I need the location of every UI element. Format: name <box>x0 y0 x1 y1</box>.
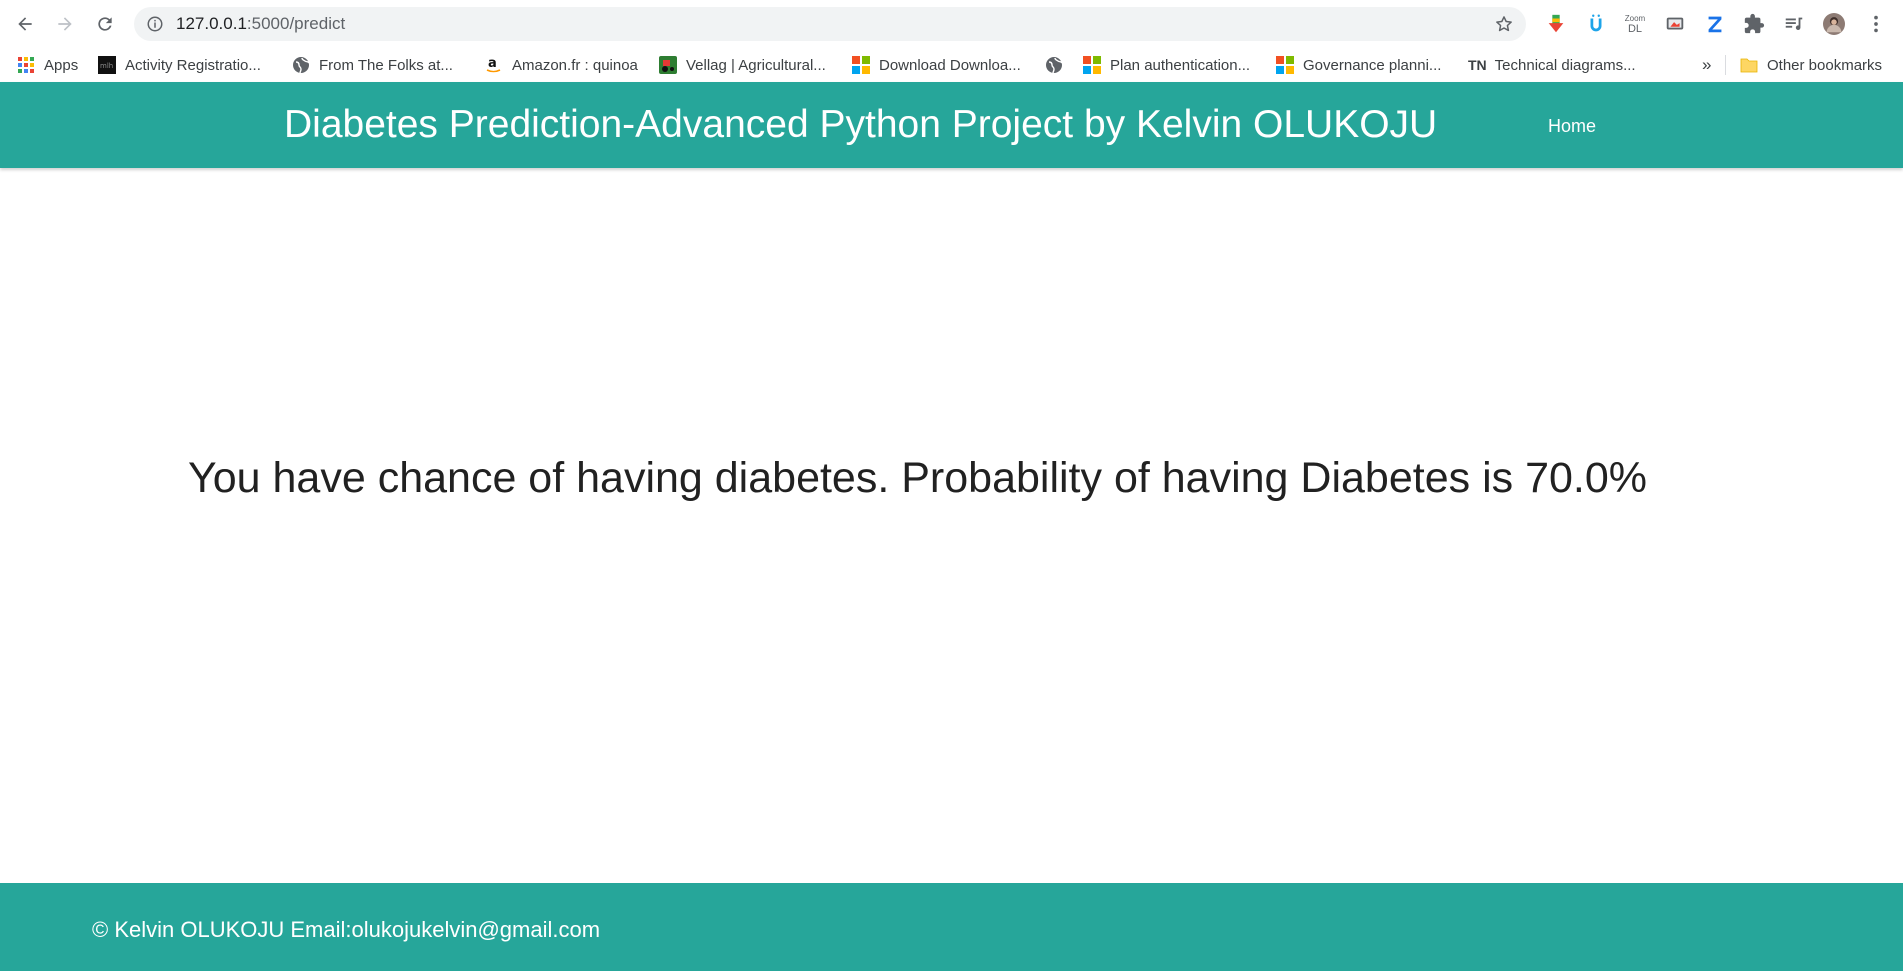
bookmark-label: Other bookmarks <box>1767 56 1883 74</box>
kebab-menu-icon <box>1874 15 1878 33</box>
bookmark-star-icon[interactable] <box>1494 14 1514 34</box>
bookmark-plan-authentication[interactable]: Plan authentication... <box>1083 54 1250 76</box>
nav-home-link[interactable]: Home <box>1548 116 1596 137</box>
bookmark-label: Governance planni... <box>1303 56 1442 74</box>
address-bar[interactable]: 127.0.0.1:5000/predict <box>134 7 1526 41</box>
bookmark-download[interactable]: Download Downloa... <box>852 54 1021 76</box>
footer-copyright: © Kelvin OLUKOJU Email:olukojukelvin@gma… <box>92 917 601 942</box>
bookmark-apps[interactable]: Apps <box>17 54 78 76</box>
profile-avatar[interactable] <box>1821 11 1847 37</box>
amazon-icon: a <box>486 56 501 73</box>
bookmark-amazon[interactable]: a Amazon.fr : quinoa <box>485 54 638 76</box>
bookmark-vellag[interactable]: Vellag | Agricultural... <box>659 54 826 76</box>
url-host: 127.0.0.1 <box>176 14 247 33</box>
microsoft-icon <box>1083 56 1101 74</box>
globe-icon <box>1046 57 1063 74</box>
tractor-icon <box>659 56 677 74</box>
microsoft-icon <box>1276 56 1294 74</box>
bookmark-label: Vellag | Agricultural... <box>686 56 826 74</box>
apps-grid-icon <box>18 57 34 73</box>
media-controls-icon[interactable] <box>1781 11 1807 37</box>
bookmarks-overflow-button[interactable]: » <box>1702 54 1711 76</box>
prediction-result-text: You have chance of having diabetes. Prob… <box>188 454 1647 502</box>
extension-screen-icon[interactable] <box>1662 11 1688 37</box>
overflow-chevron-icon: » <box>1702 55 1712 74</box>
forward-button[interactable] <box>48 8 82 40</box>
svg-text:mlh: mlh <box>100 62 113 70</box>
site-info-icon[interactable] <box>146 15 164 33</box>
bookmark-technical-diagrams[interactable]: TN Technical diagrams... <box>1468 54 1636 76</box>
bookmark-label: Apps <box>44 56 79 74</box>
arrow-left-icon <box>18 17 32 31</box>
globe-icon <box>293 57 310 74</box>
chrome-menu-button[interactable] <box>1863 11 1889 37</box>
extension-z-icon[interactable] <box>1702 11 1728 37</box>
reload-icon <box>98 17 112 31</box>
microsoft-icon <box>852 56 870 74</box>
url-path: :5000/predict <box>246 14 346 33</box>
svg-text:a: a <box>488 56 497 71</box>
extensions-puzzle-icon[interactable] <box>1741 11 1767 37</box>
extension-download-icon[interactable] <box>1543 11 1569 37</box>
bookmark-label: From The Folks at... <box>319 56 453 74</box>
url-text[interactable]: 127.0.0.1:5000/predict <box>176 15 345 33</box>
site-title[interactable]: Diabetes Prediction-Advanced Python Proj… <box>284 103 1437 147</box>
browser-toolbar: 127.0.0.1:5000/predict Zoom DL <box>0 0 1903 48</box>
arrow-right-icon <box>58 17 72 31</box>
bookmark-label: Download Downloa... <box>879 56 1021 74</box>
folder-icon <box>1740 58 1758 73</box>
bookmark-governance-planning[interactable]: Governance planni... <box>1276 54 1441 76</box>
bookmark-globe[interactable] <box>1045 54 1072 76</box>
bookmark-activity-registration[interactable]: mlh Activity Registratio... <box>98 54 261 76</box>
bookmark-other-bookmarks[interactable]: Other bookmarks <box>1740 54 1882 76</box>
bookmark-from-the-folks[interactable]: From The Folks at... <box>292 54 453 76</box>
bookmark-label: Activity Registratio... <box>125 56 261 74</box>
bookmark-label: Technical diagrams... <box>1494 56 1636 74</box>
mlh-icon: mlh <box>98 56 116 74</box>
site-navbar: Diabetes Prediction-Advanced Python Proj… <box>0 82 1903 168</box>
bookmark-label: Plan authentication... <box>1110 56 1251 74</box>
tn-icon: TN <box>1468 57 1487 73</box>
bookmarks-divider <box>1725 55 1726 75</box>
reload-button[interactable] <box>88 8 122 40</box>
extension-u-icon[interactable] <box>1583 11 1609 37</box>
zoom-ext-label-bottom: DL <box>1627 22 1643 35</box>
zoom-ext-label-top: Zoom <box>1624 13 1646 23</box>
bookmark-label: Amazon.fr : quinoa <box>512 56 638 74</box>
extension-zoom-dl-icon[interactable]: Zoom DL <box>1622 11 1648 37</box>
back-button[interactable] <box>8 8 42 40</box>
site-footer: © Kelvin OLUKOJU Email:olukojukelvin@gma… <box>0 883 1903 971</box>
